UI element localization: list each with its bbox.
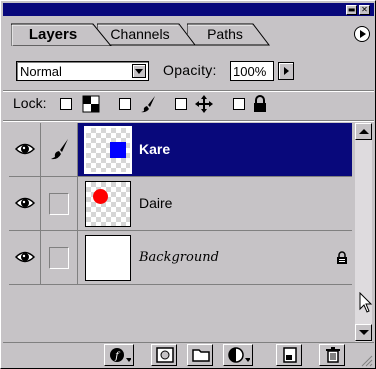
- tab-layers-label: Layers: [28, 26, 78, 43]
- tab-layers[interactable]: Layers: [11, 23, 113, 46]
- layer-thumbnail: [85, 181, 131, 227]
- lock-transparency-icon: [82, 95, 100, 113]
- new-set-icon: [192, 349, 210, 362]
- scroll-down-button[interactable]: [355, 324, 372, 341]
- add-mask-icon: [156, 347, 174, 363]
- lock-image-checkbox[interactable]: [119, 98, 131, 110]
- layer-row-background[interactable]: Background: [9, 231, 352, 285]
- new-layer-button[interactable]: [276, 344, 302, 366]
- resize-grip-icon[interactable]: [359, 353, 373, 367]
- opacity-slider-button[interactable]: [278, 62, 294, 80]
- link-box: [49, 247, 69, 269]
- eye-icon: [15, 197, 35, 209]
- layer-name[interactable]: Daire: [139, 195, 172, 212]
- lock-label: Lock:: [13, 95, 47, 111]
- opacity-input[interactable]: 100%: [230, 61, 274, 81]
- visibility-toggle[interactable]: [9, 123, 41, 176]
- add-mask-button[interactable]: [151, 344, 177, 366]
- layers-list: Kare Daire Background: [9, 123, 352, 342]
- tab-channels-label: Channels: [110, 26, 170, 42]
- mouse-cursor-icon: [359, 292, 373, 313]
- adjustment-layer-button[interactable]: [223, 344, 253, 366]
- lock-transparency-checkbox[interactable]: [60, 98, 72, 110]
- visibility-toggle[interactable]: [9, 177, 41, 230]
- lock-brush-icon: [141, 96, 155, 113]
- tab-paths[interactable]: Paths: [187, 23, 271, 46]
- layer-row-kare[interactable]: Kare: [9, 123, 352, 177]
- brush-icon: [51, 139, 68, 160]
- eye-icon: [15, 251, 35, 263]
- palette-title-bar[interactable]: ▬ ✕: [3, 3, 374, 16]
- layer-style-button[interactable]: f: [104, 344, 134, 366]
- link-toggle[interactable]: [41, 123, 78, 176]
- visibility-toggle[interactable]: [9, 231, 41, 284]
- lock-move-icon: [195, 95, 213, 113]
- delete-layer-button[interactable]: [319, 344, 345, 366]
- layers-palette: ▬ ✕ Paths Channels Layers Normal Opacity…: [0, 0, 376, 369]
- layer-thumbnail: [84, 126, 132, 174]
- palette-menu-button[interactable]: [354, 26, 370, 42]
- opacity-value: 100%: [233, 64, 267, 79]
- eye-icon: [15, 143, 35, 155]
- layer-thumbnail: [85, 235, 131, 281]
- trash-icon: [326, 347, 340, 363]
- lock-all-checkbox[interactable]: [233, 98, 245, 110]
- blue-square-shape: [110, 142, 126, 158]
- divider: [3, 90, 374, 92]
- link-toggle[interactable]: [41, 177, 78, 230]
- chevron-down-icon[interactable]: [132, 64, 146, 78]
- opacity-label: Opacity:: [163, 62, 217, 78]
- red-circle-shape: [93, 189, 108, 204]
- blend-mode-select[interactable]: Normal: [16, 61, 149, 81]
- tab-paths-label: Paths: [207, 26, 243, 42]
- lock-position-checkbox[interactable]: [175, 98, 187, 110]
- link-toggle[interactable]: [41, 231, 78, 284]
- new-set-button[interactable]: [187, 344, 213, 366]
- close-button[interactable]: ✕: [359, 5, 370, 15]
- minimize-button[interactable]: ▬: [346, 5, 357, 15]
- lock-all-icon: [254, 95, 266, 112]
- link-box: [49, 193, 69, 215]
- blend-mode-value: Normal: [20, 64, 62, 79]
- layer-name[interactable]: Kare: [139, 141, 170, 158]
- divider: [3, 120, 374, 122]
- layer-style-icon: f: [110, 348, 131, 362]
- scroll-up-button[interactable]: [355, 123, 372, 140]
- layer-row-daire[interactable]: Daire: [9, 177, 352, 231]
- new-layer-icon: [283, 347, 297, 363]
- layer-name[interactable]: Background: [139, 249, 219, 266]
- adjustment-layer-icon: [228, 347, 250, 363]
- lock-icon: [337, 251, 347, 264]
